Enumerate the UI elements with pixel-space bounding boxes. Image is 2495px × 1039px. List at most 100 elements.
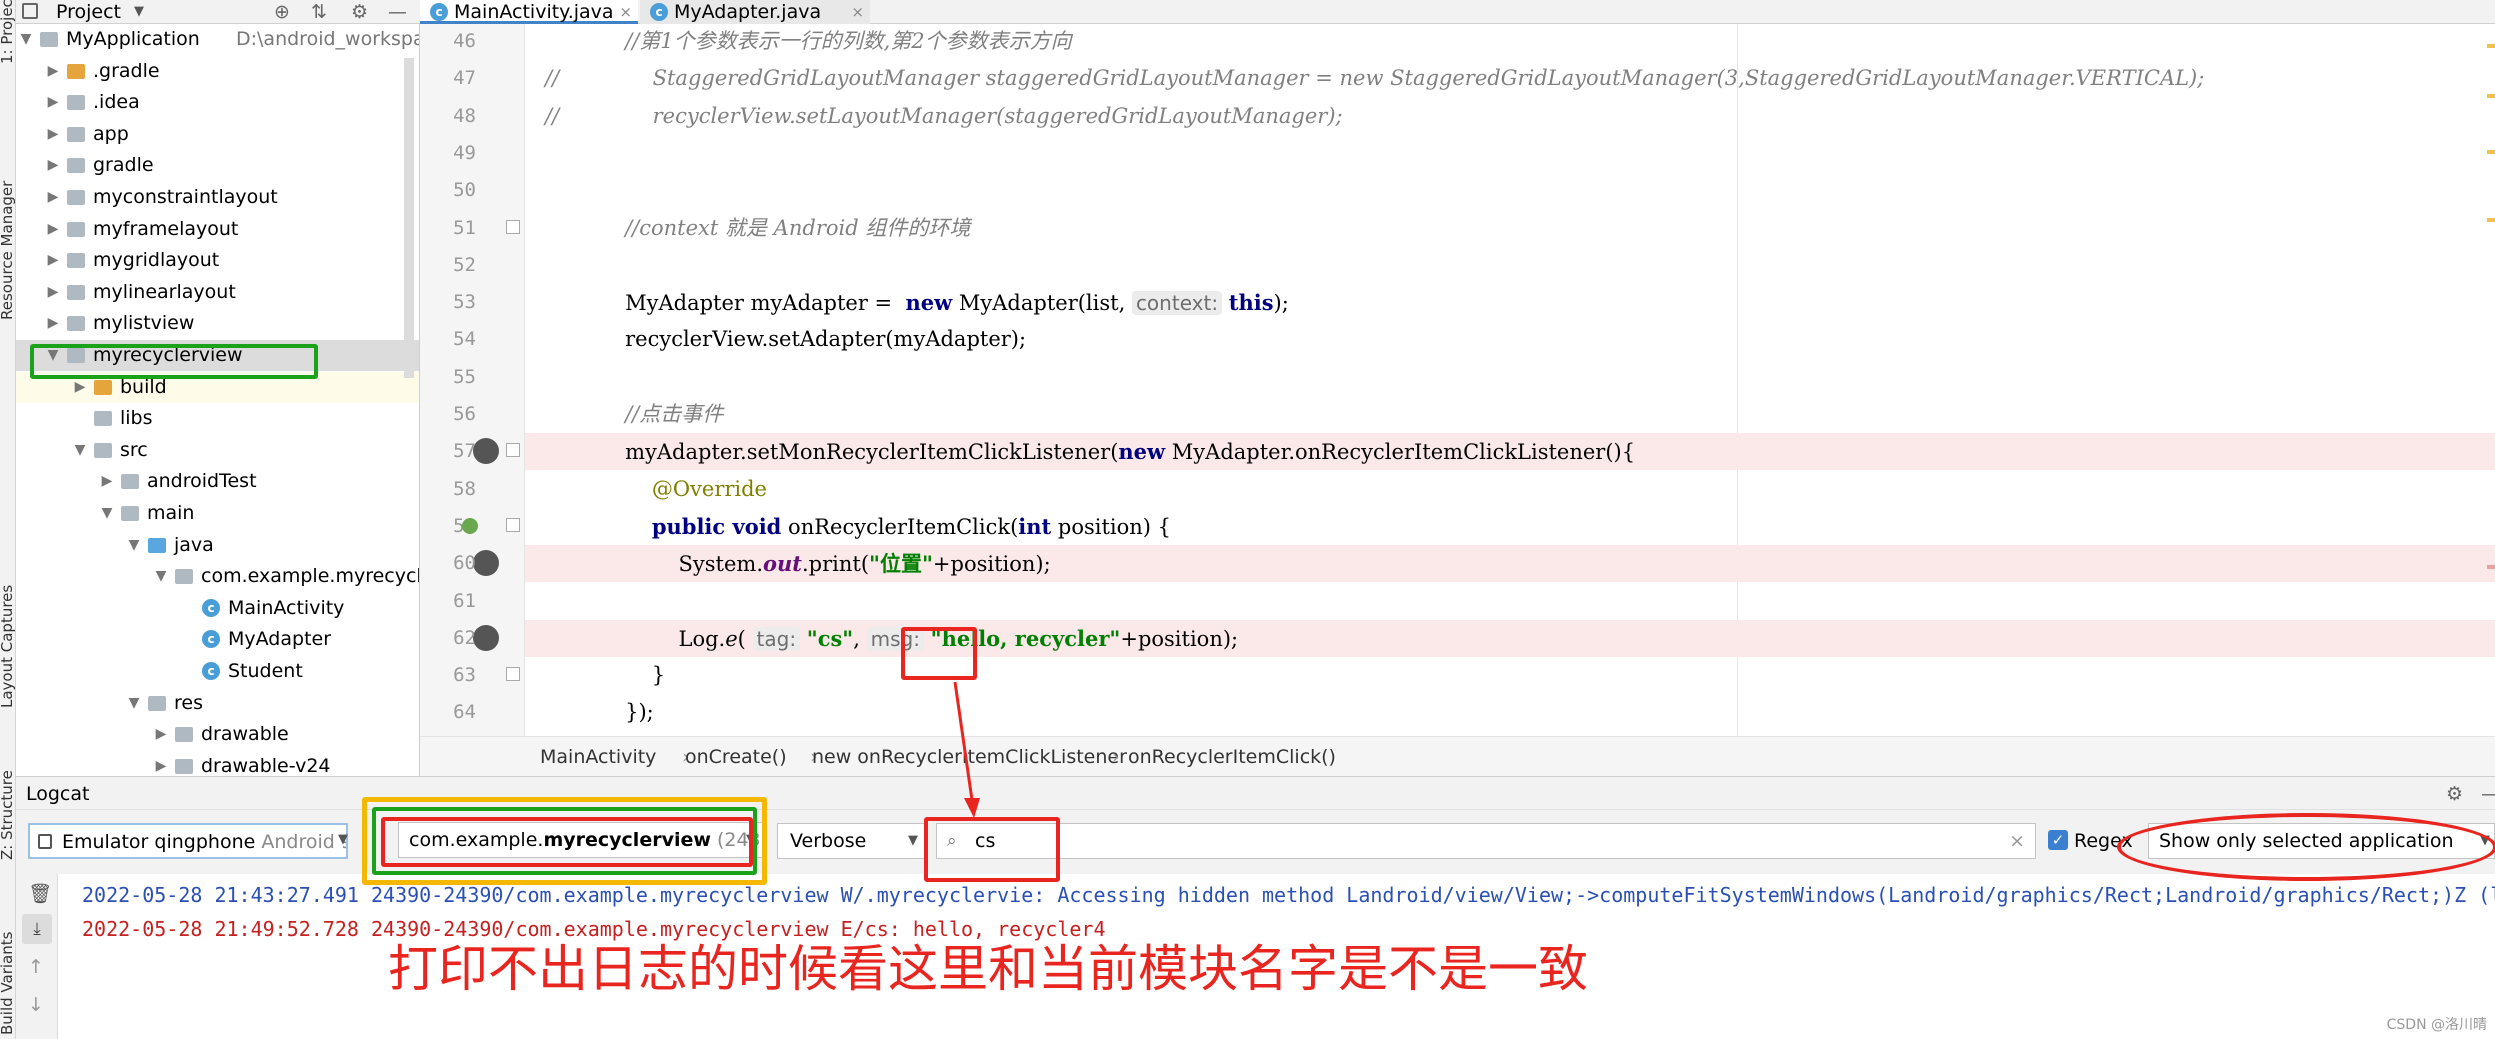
tab-mainactivity[interactable]: c MainActivity.java ×: [420, 0, 638, 24]
breakpoint-icon[interactable]: [473, 438, 499, 465]
tree-item[interactable]: c MyAdapter: [16, 624, 419, 655]
tree-item[interactable]: ▶ androidTest: [16, 466, 419, 497]
tab-myadapter[interactable]: c MyAdapter.java ×: [640, 0, 870, 24]
scroll-to-end-icon[interactable]: ⤓: [22, 914, 52, 944]
code-editor[interactable]: //第1个参数表示一行的列数,第2个参数表示方向 // StaggeredGrid…: [525, 24, 2495, 736]
tree-item[interactable]: ▶ mylinearlayout: [16, 277, 419, 308]
error-stripe-mark[interactable]: [2487, 565, 2495, 569]
code-token: (: [737, 626, 753, 651]
project-view-selector[interactable]: Project: [56, 0, 121, 24]
chevron-down-icon[interactable]: ▼: [128, 688, 140, 719]
tree-item[interactable]: ▼ com.example.myrecycler: [16, 561, 419, 592]
parameter-hint: context:: [1131, 291, 1223, 316]
error-stripe-mark[interactable]: [2487, 218, 2495, 222]
code-line: });: [545, 694, 654, 731]
log-level-selector[interactable]: Verbose ▼: [777, 823, 927, 859]
gear-icon[interactable]: ⚙: [2446, 777, 2463, 811]
clear-icon[interactable]: ×: [2009, 824, 2025, 858]
gear-icon[interactable]: ⚙: [351, 0, 368, 24]
tree-item[interactable]: ▶ myconstraintlayout: [16, 182, 419, 213]
folder-icon: [94, 379, 112, 395]
tree-item[interactable]: ▶ .idea: [16, 87, 419, 118]
chevron-down-icon[interactable]: ▼: [128, 530, 140, 561]
code-token: +position);: [932, 552, 1051, 577]
chevron-down-icon[interactable]: ▼: [244, 823, 352, 859]
chevron-right-icon[interactable]: ▶: [47, 308, 59, 339]
code-token: public void: [651, 513, 782, 539]
tree-item[interactable]: ▼ res: [16, 688, 419, 719]
tree-item[interactable]: ▼ java: [16, 530, 419, 561]
logcat-search-input[interactable]: ⌕ cs ×: [936, 823, 2036, 859]
chevron-right-icon[interactable]: ▶: [47, 56, 59, 87]
chevron-right-icon[interactable]: ▶: [47, 277, 59, 308]
fold-marker-icon[interactable]: [506, 219, 520, 234]
chevron-right-icon[interactable]: ▶: [47, 245, 59, 276]
tree-item-label: drawable-v24: [201, 754, 331, 776]
trash-icon[interactable]: 🗑: [28, 882, 52, 905]
tree-item[interactable]: ▶ gradle: [16, 150, 419, 181]
error-stripe-mark[interactable]: [2487, 150, 2495, 154]
arrow-down-icon[interactable]: ↓: [28, 994, 44, 1016]
collapse-all-icon[interactable]: ⇅: [311, 0, 327, 24]
fold-marker-icon[interactable]: [506, 517, 520, 532]
chevron-right-icon[interactable]: ▶: [47, 150, 59, 181]
regex-checkbox[interactable]: ✓: [2048, 830, 2068, 850]
project-tree-scrollbar[interactable]: [404, 58, 414, 378]
tree-item-label: res: [174, 691, 203, 714]
code-token: @Override: [651, 476, 767, 501]
fold-marker-icon[interactable]: [506, 667, 520, 682]
tree-item[interactable]: ▶ .gradle: [16, 56, 419, 87]
chevron-right-icon[interactable]: ▶: [47, 214, 59, 245]
chevron-down-icon[interactable]: ▼: [101, 498, 113, 529]
breadcrumb-item[interactable]: onCreate(): [685, 737, 787, 777]
tree-item[interactable]: ▶ myframelayout: [16, 214, 419, 245]
tree-item-label: app: [93, 122, 129, 145]
chevron-right-icon[interactable]: ▶: [155, 751, 167, 776]
line-number: 56: [453, 403, 476, 425]
tree-item[interactable]: ▶ drawable-v24: [16, 751, 419, 776]
class-icon: c: [650, 3, 668, 21]
tree-item-label: main: [147, 502, 195, 524]
chevron-down-icon[interactable]: ▼: [74, 435, 86, 466]
chevron-down-icon[interactable]: ▼: [134, 0, 144, 24]
chevron-down-icon[interactable]: ▼: [20, 24, 32, 55]
tree-item[interactable]: libs: [16, 403, 419, 434]
class-icon: c: [202, 662, 220, 680]
tree-item[interactable]: ▼ MyApplication D:\android_workspace\: [16, 24, 419, 55]
build-variants-tab[interactable]: Build Variants: [0, 895, 16, 1035]
chevron-right-icon[interactable]: ▶: [101, 466, 113, 497]
structure-tab[interactable]: Z: Structure: [0, 740, 16, 860]
close-icon[interactable]: ×: [619, 0, 632, 24]
close-icon[interactable]: ×: [851, 0, 864, 24]
breadcrumb-item[interactable]: onRecyclerItemClick(): [1128, 737, 1336, 777]
fold-marker-icon[interactable]: [506, 443, 520, 458]
chevron-right-icon[interactable]: ▶: [47, 182, 59, 213]
tree-item[interactable]: c MainActivity: [16, 593, 419, 624]
layout-captures-tab[interactable]: Layout Captures: [0, 548, 16, 708]
resource-manager-tab[interactable]: Resource Manager: [0, 150, 16, 320]
breadcrumb-item[interactable]: MainActivity: [540, 737, 656, 777]
implements-icon[interactable]: [462, 517, 478, 534]
tree-item[interactable]: ▼ src: [16, 435, 419, 466]
chevron-right-icon[interactable]: ▶: [155, 719, 167, 750]
code-token: MyAdapter.onRecyclerItemClickListener(){: [1165, 440, 1636, 465]
tree-item[interactable]: ▶ app: [16, 119, 419, 150]
logcat-output[interactable]: 2022-05-28 21:43:27.491 24390-24390/com.…: [58, 874, 2495, 1039]
tree-item[interactable]: ▶ mylistview: [16, 308, 419, 339]
tree-item[interactable]: c Student: [16, 656, 419, 687]
error-stripe-mark[interactable]: [2487, 44, 2495, 48]
minimize-icon[interactable]: —: [388, 0, 407, 24]
tree-item[interactable]: ▶ mygridlayout: [16, 245, 419, 276]
breakpoint-icon[interactable]: [473, 550, 499, 577]
tree-item[interactable]: ▶ drawable: [16, 719, 419, 750]
tree-item[interactable]: ▼ main: [16, 498, 419, 529]
chevron-right-icon[interactable]: ▶: [47, 119, 59, 150]
arrow-up-icon[interactable]: ↑: [28, 956, 44, 978]
minimize-icon[interactable]: —: [2481, 777, 2495, 811]
chevron-right-icon[interactable]: ▶: [47, 87, 59, 118]
chevron-down-icon[interactable]: ▼: [155, 561, 167, 592]
locate-icon[interactable]: ⊕: [274, 0, 290, 24]
error-stripe-mark[interactable]: [2487, 94, 2495, 98]
breakpoint-icon[interactable]: [473, 624, 499, 651]
project-tool-tab[interactable]: 1: Project: [0, 0, 16, 64]
